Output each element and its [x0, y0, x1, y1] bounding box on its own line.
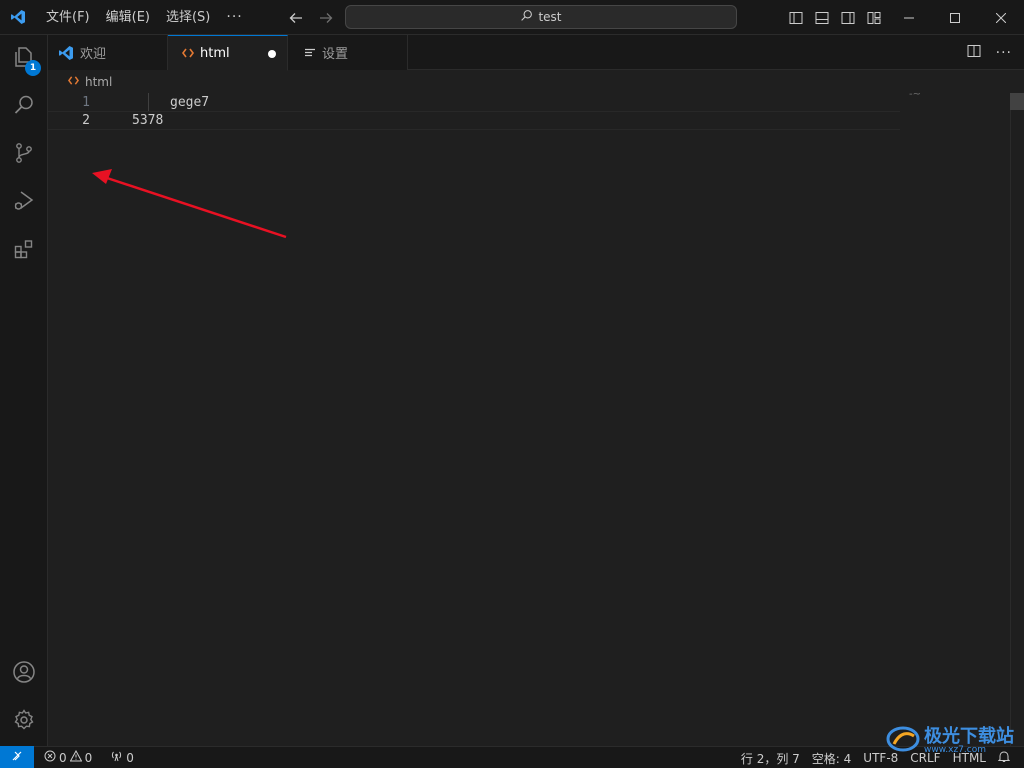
- toggle-primary-sidebar-icon[interactable]: [786, 8, 806, 28]
- settings-list-icon: [304, 47, 316, 59]
- editor-tab-bar: 欢迎 html 设置 ···: [48, 35, 1024, 71]
- manage-button[interactable]: [0, 698, 48, 746]
- ports-indicator[interactable]: 0: [104, 747, 140, 768]
- cursor-position[interactable]: 行 2，列 7: [735, 747, 806, 768]
- title-bar: 文件(F) 编辑(E) 选择(S) ··· test: [0, 0, 1024, 35]
- tab-settings[interactable]: 设置: [288, 35, 408, 70]
- run-debug-icon: [12, 189, 36, 217]
- breadcrumb[interactable]: html: [48, 71, 112, 93]
- minimize-icon[interactable]: [886, 0, 932, 35]
- menu-file[interactable]: 文件(F): [38, 0, 98, 35]
- html-file-icon: [68, 75, 79, 89]
- toggle-panel-icon[interactable]: [812, 8, 832, 28]
- remote-indicator[interactable]: [0, 746, 34, 768]
- command-center-label: test: [538, 10, 562, 24]
- accounts-button[interactable]: [0, 650, 48, 698]
- explorer-badge: 1: [25, 60, 41, 76]
- code-line-current[interactable]: 2 5378: [48, 111, 900, 130]
- broadcast-icon: [110, 750, 123, 765]
- account-icon: [12, 660, 36, 688]
- run-debug-button[interactable]: [0, 179, 48, 227]
- search-icon: [520, 9, 533, 25]
- error-icon: [44, 750, 56, 765]
- more-actions-icon[interactable]: ···: [996, 45, 1012, 61]
- status-bar: 0 0 0 行 2，列 7 空格: 4 UTF-8 CRLF HTML: [0, 746, 1024, 768]
- maximize-icon[interactable]: [932, 0, 978, 35]
- split-editor-icon[interactable]: [966, 43, 982, 63]
- scrollbar-thumb[interactable]: [1010, 93, 1024, 110]
- breadcrumb-file[interactable]: html: [85, 75, 112, 89]
- menu-more-button[interactable]: ···: [218, 9, 250, 25]
- line-text: gege7: [170, 95, 210, 110]
- command-center-search[interactable]: test: [345, 5, 737, 29]
- problems-indicator[interactable]: 0 0: [38, 747, 98, 768]
- html-file-icon: [182, 47, 194, 59]
- forward-arrow-icon[interactable]: [316, 8, 336, 28]
- gear-icon: [12, 708, 36, 736]
- watermark-text: 极光下载站: [924, 725, 1014, 747]
- tab-html[interactable]: html: [168, 35, 288, 71]
- vscode-logo-icon: [58, 45, 74, 61]
- explorer-button[interactable]: 1: [0, 35, 48, 83]
- menu-edit[interactable]: 编辑(E): [98, 0, 158, 35]
- vertical-scrollbar[interactable]: [1010, 93, 1024, 746]
- activity-bar: 1: [0, 35, 48, 746]
- source-control-button[interactable]: [0, 131, 48, 179]
- tab-label: 设置: [322, 47, 349, 62]
- toggle-secondary-sidebar-icon[interactable]: [838, 8, 858, 28]
- warning-icon: [69, 749, 82, 765]
- code-line[interactable]: 1 gege7: [48, 93, 900, 112]
- warning-count: 0: [84, 750, 93, 765]
- customize-layout-icon[interactable]: [864, 8, 884, 28]
- line-number: 2: [82, 113, 90, 128]
- extensions-icon: [12, 237, 36, 265]
- menu-bar: 文件(F) 编辑(E) 选择(S) ···: [38, 0, 251, 35]
- source-control-icon: [12, 141, 36, 169]
- tab-welcome[interactable]: 欢迎: [48, 35, 168, 70]
- vscode-logo-icon: [0, 0, 35, 35]
- line-text: 5378: [132, 113, 164, 128]
- error-count: 0: [59, 750, 67, 765]
- editor-area[interactable]: 1 gege7 2 5378 -~: [48, 89, 1024, 746]
- tab-label: 欢迎: [80, 47, 107, 62]
- extensions-button[interactable]: [0, 227, 48, 275]
- watermark-logo: 极光下载站 www.xz7.com: [886, 722, 1014, 760]
- back-arrow-icon[interactable]: [286, 8, 306, 28]
- remote-icon: [11, 750, 23, 765]
- minimap[interactable]: -~: [909, 89, 921, 100]
- unsaved-dot-icon[interactable]: [268, 50, 276, 58]
- watermark-url: www.xz7.com: [924, 744, 986, 755]
- indent-guide: [148, 93, 149, 112]
- line-number: 1: [82, 95, 90, 110]
- menu-selection[interactable]: 选择(S): [158, 0, 218, 35]
- close-icon[interactable]: [978, 0, 1024, 35]
- search-button[interactable]: [0, 83, 48, 131]
- ports-count: 0: [126, 750, 134, 765]
- watermark-swirl-icon: [886, 722, 920, 760]
- indentation[interactable]: 空格: 4: [806, 747, 858, 768]
- tab-label: html: [200, 45, 230, 61]
- search-icon: [12, 93, 36, 121]
